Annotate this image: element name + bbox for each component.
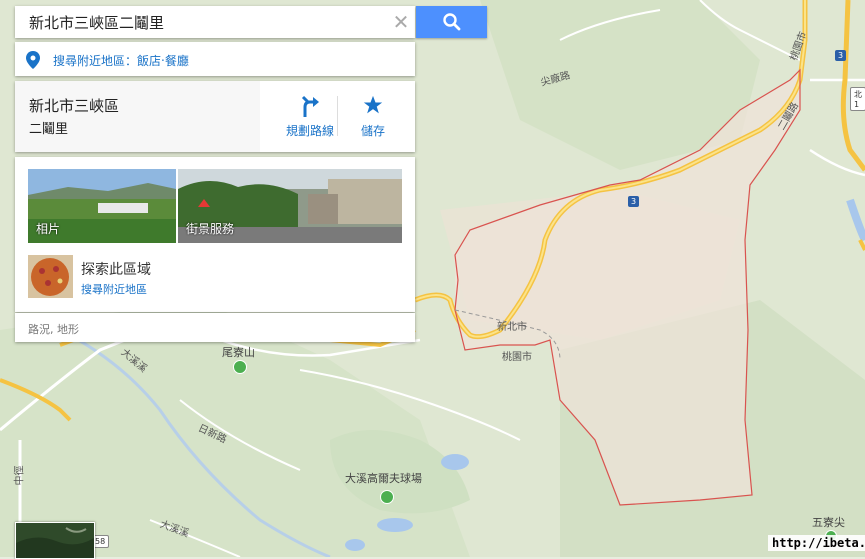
photos-thumbnail[interactable]: 相片: [28, 169, 176, 243]
north-1-shield: 北1: [850, 87, 865, 111]
map-label-zhongxin: 中徑: [14, 465, 26, 486]
search-icon: [443, 13, 461, 31]
route-3-shield-north: 3: [835, 50, 847, 61]
save-button[interactable]: 儲存: [338, 81, 408, 152]
nearby-link[interactable]: 飯店‧餐廳: [137, 54, 189, 68]
search-input[interactable]: [15, 6, 387, 38]
place-name-line2: 二鬮里: [29, 122, 69, 137]
nearby-prefix: 搜尋附近地區：: [53, 54, 138, 68]
map-label-weiliao-shan: 尾寮山: [222, 346, 255, 359]
nearby-search-text[interactable]: 搜尋附近地區：飯店‧餐廳: [53, 52, 189, 69]
layers-text: 路況, 地形: [28, 323, 79, 336]
media-card: 相片 街景服務 探索此區域 搜尋附近地區: [15, 157, 415, 312]
place-name-line1: 新北市三峽區: [29, 97, 120, 115]
map-label-golf-course: 大溪高爾夫球場: [345, 472, 422, 485]
map-label-wuliao-jian: 五寮尖: [812, 516, 845, 529]
star-icon: [363, 95, 383, 114]
street-view-thumbnail[interactable]: 街景服務: [178, 169, 402, 243]
explore-thumbnail[interactable]: [28, 255, 73, 298]
earth-view-toggle[interactable]: [15, 522, 95, 559]
map-label-newtaipei: 新北市: [497, 322, 527, 333]
photos-label: 相片: [36, 222, 61, 236]
satellite-thumbnail: [16, 523, 94, 558]
place-info: 新北市三峽區 二鬮里: [15, 81, 260, 152]
place-card: 新北市三峽區 二鬮里 規劃路線 儲存: [15, 81, 415, 152]
explore-link[interactable]: 搜尋附近地區: [81, 281, 147, 297]
pizza-image: [28, 255, 73, 298]
save-label: 儲存: [360, 124, 385, 138]
search-box: ✕: [15, 6, 415, 38]
directions-icon: [301, 95, 319, 117]
map-label-taoyuan-boundary: 桃園市: [502, 352, 532, 363]
nearby-search-card: 搜尋附近地區：飯店‧餐廳: [15, 42, 415, 76]
watermark: http://ibeta.tw: [768, 535, 865, 551]
clear-search-icon[interactable]: ✕: [387, 6, 415, 38]
street-view-label: 街景服務: [186, 222, 235, 236]
mountain-marker-icon[interactable]: [233, 360, 247, 374]
route-3-shield: 3: [628, 196, 640, 207]
location-pin-icon: [26, 51, 40, 69]
layers-bar[interactable]: 路況, 地形: [15, 313, 415, 342]
explore-title: 探索此區域: [81, 262, 151, 278]
golf-marker-icon[interactable]: [380, 490, 394, 504]
search-button[interactable]: [416, 6, 487, 38]
